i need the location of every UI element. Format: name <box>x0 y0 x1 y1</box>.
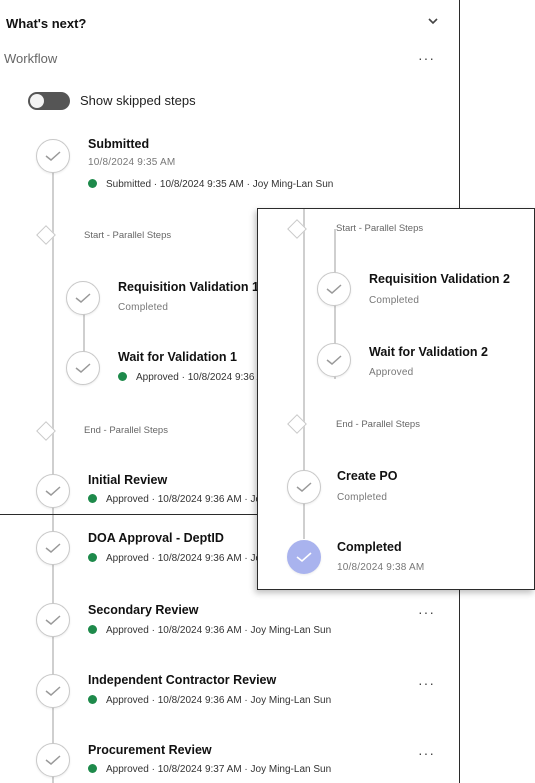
check-icon <box>45 486 61 496</box>
check-icon <box>45 686 61 696</box>
status-dot-icon <box>88 178 97 188</box>
step-title: Initial Review <box>88 473 168 487</box>
check-icon <box>45 543 61 553</box>
check-icon <box>296 482 312 492</box>
check-icon <box>45 755 61 765</box>
step-secondary-review-check <box>36 603 70 637</box>
check-icon <box>45 151 61 161</box>
step-requisition-validation-1-check <box>66 281 100 315</box>
check-icon <box>326 284 342 294</box>
parallel-end-label: End - Parallel Steps <box>84 425 168 436</box>
chevron-down-icon[interactable] <box>426 14 440 28</box>
toggle-knob <box>30 94 44 108</box>
status-dot-icon <box>88 624 97 634</box>
step-status: Approved · 10/8/2024 9:36 AM · Joy Ming-… <box>88 624 332 636</box>
status-dot-icon <box>118 371 127 381</box>
parallel-start-label: Start - Parallel Steps <box>84 230 172 241</box>
step-title: DOA Approval - DeptID <box>88 531 224 545</box>
step-title: Secondary Review <box>88 603 199 617</box>
step-wait-validation-1-check <box>66 351 100 385</box>
panel-title: What's next? <box>6 16 87 31</box>
step-wait-validation-2-check <box>317 343 351 377</box>
status-text: Submitted · 10/8/2024 9:35 AM · Joy Ming… <box>106 179 334 190</box>
status-text: Approved · 10/8/2024 9:37 AM · Joy Ming-… <box>106 764 332 775</box>
toggle-label: Show skipped steps <box>80 93 196 108</box>
step-date: 10/8/2024 9:35 AM <box>88 157 176 168</box>
workflow-label: Workflow <box>4 51 58 66</box>
step-procurement-review-check <box>36 743 70 777</box>
status-text: Approved · 10/8/2024 9:36 AM · Joy Ming-… <box>106 695 332 706</box>
step-title: Procurement Review <box>88 743 212 757</box>
status-dot-icon <box>88 763 97 773</box>
step-requisition-validation-2-check <box>317 272 351 306</box>
step-title: Requisition Validation 1 <box>118 280 259 294</box>
step-title: Wait for Validation 1 <box>118 350 237 364</box>
step-title: Completed <box>337 540 402 554</box>
timeline-line <box>52 170 54 514</box>
status-dot-icon <box>88 552 97 562</box>
step-status: Approved · 10/8/2024 9:36 AM · Joy Ming-… <box>88 694 332 706</box>
check-icon <box>75 363 91 373</box>
step-title: Create PO <box>337 469 398 483</box>
more-options-icon[interactable]: ··· <box>418 676 435 690</box>
step-doa-approval-check <box>36 531 70 565</box>
workflow-panel-overlay: Start - Parallel Steps Requisition Valid… <box>257 208 535 590</box>
step-status: Approved · 10/8/2024 9:37 AM · Joy Ming-… <box>88 763 332 775</box>
status-dot-icon <box>88 694 97 704</box>
check-icon <box>75 293 91 303</box>
parallel-end-label: End - Parallel Steps <box>336 419 420 430</box>
more-options-icon[interactable]: ··· <box>418 51 435 65</box>
step-title: Submitted <box>88 137 150 151</box>
show-skipped-toggle[interactable] <box>28 92 70 110</box>
step-initial-review-check <box>36 474 70 508</box>
step-sub: Completed <box>337 492 388 503</box>
step-sub: Approved <box>369 367 414 378</box>
status-dot-icon <box>88 493 97 503</box>
step-sub: Completed <box>118 302 169 313</box>
step-title: Wait for Validation 2 <box>369 345 488 359</box>
step-title: Requisition Validation 2 <box>369 272 510 286</box>
step-create-po-check <box>287 470 321 504</box>
check-icon <box>45 615 61 625</box>
step-submitted-check <box>36 139 70 173</box>
step-completed-check <box>287 540 321 574</box>
parallel-start-label: Start - Parallel Steps <box>336 223 424 234</box>
step-date: 10/8/2024 9:38 AM <box>337 562 425 573</box>
step-independent-contractor-check <box>36 674 70 708</box>
more-options-icon[interactable]: ··· <box>418 605 435 619</box>
step-sub: Completed <box>369 295 420 306</box>
check-icon <box>326 355 342 365</box>
more-options-icon[interactable]: ··· <box>418 746 435 760</box>
check-icon <box>296 552 312 563</box>
status-text: Approved · 10/8/2024 9:36 AM · Joy Ming-… <box>106 625 332 636</box>
step-title: Independent Contractor Review <box>88 673 277 687</box>
step-status: Submitted · 10/8/2024 9:35 AM · Joy Ming… <box>88 178 334 190</box>
